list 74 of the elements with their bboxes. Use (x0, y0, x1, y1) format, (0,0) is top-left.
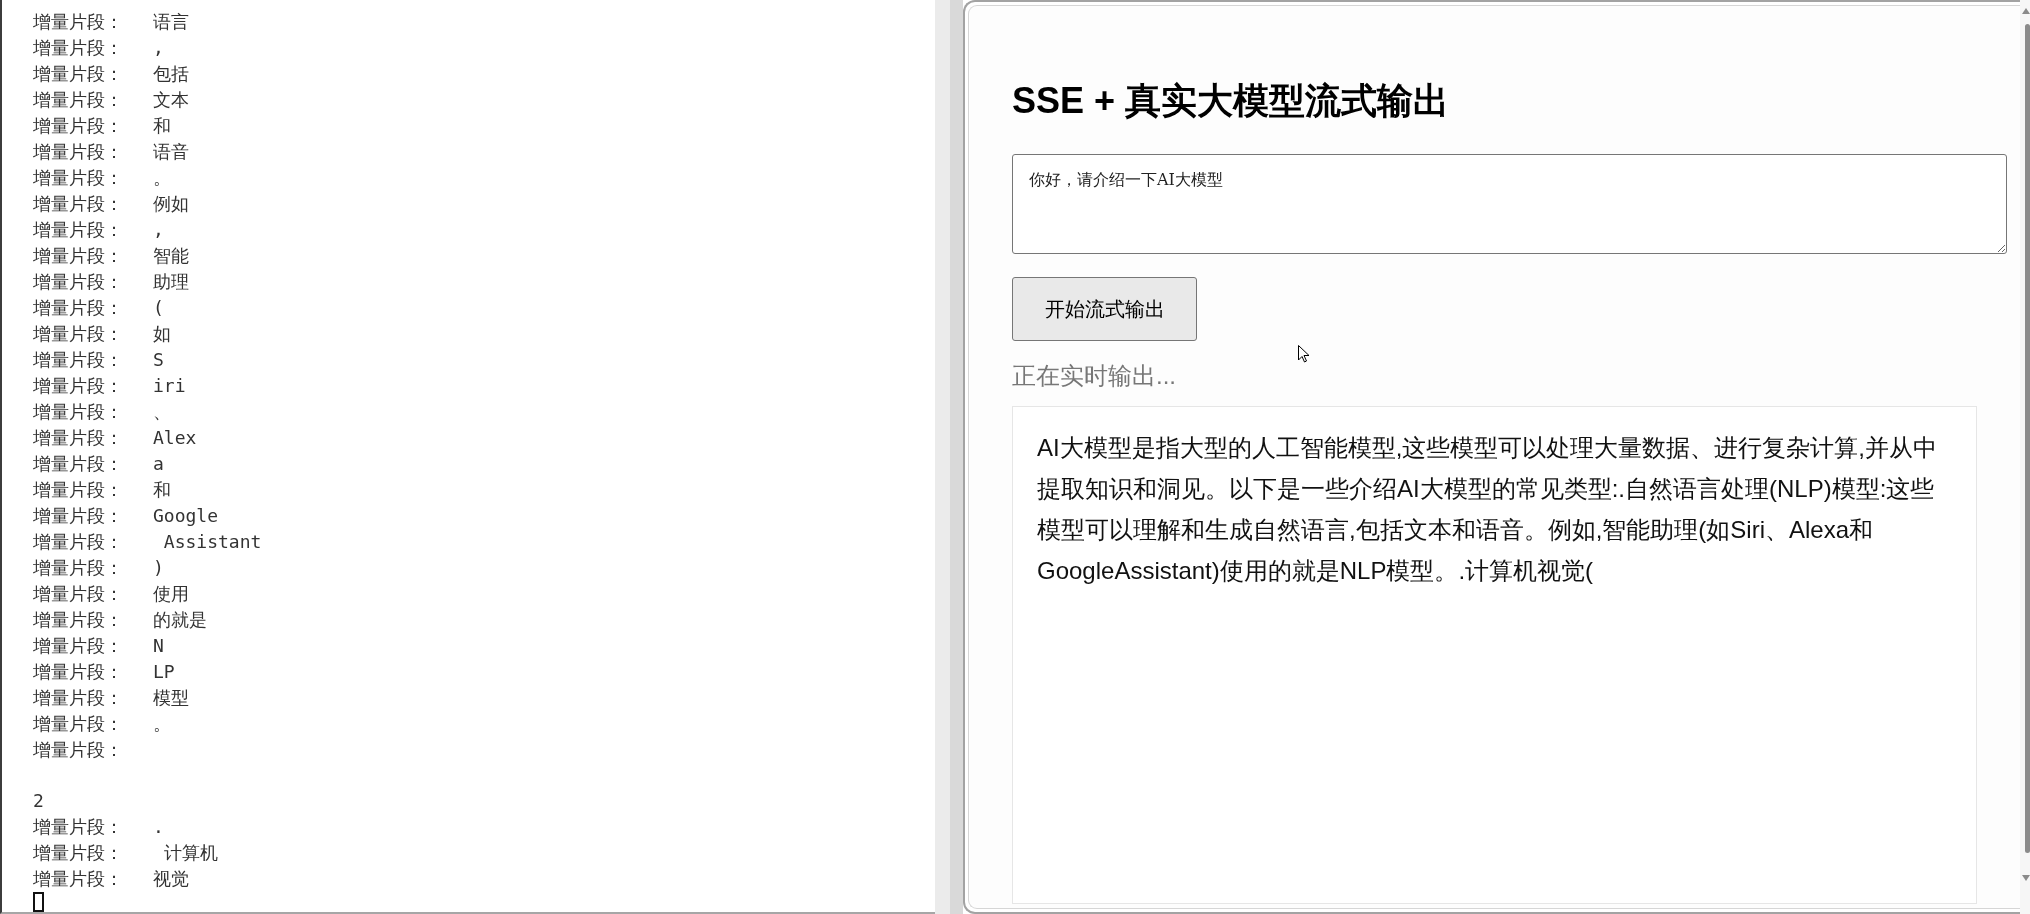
chunk-text: , (153, 36, 164, 60)
chunk-text: a (153, 452, 164, 476)
chunk-label: 增量片段： (33, 89, 123, 110)
chunk-label: 增量片段： (33, 816, 123, 838)
chunk-label: 增量片段： (33, 687, 123, 708)
chunk-label: 增量片段： (33, 63, 123, 84)
chunk-text: , (153, 218, 164, 242)
chunk-label: 增量片段： (33, 401, 123, 422)
chunk-label: 增量片段： (33, 349, 123, 370)
chunk-text: 如 (153, 322, 171, 346)
chunk-text: 和 (153, 478, 171, 502)
chunk-label: 增量片段： (33, 193, 123, 214)
chunk-label: 增量片段： (33, 11, 123, 32)
start-stream-button[interactable]: 开始流式输出 (1012, 277, 1197, 341)
chunk-label: 增量片段： (33, 505, 123, 526)
chunk-text: Google (153, 504, 219, 528)
chunk-label: 增量片段： (33, 271, 123, 292)
chunk-text: N (153, 634, 164, 658)
chunk-label: 增量片段： (33, 583, 123, 604)
chunk-text: ( (153, 296, 164, 320)
chunk-text: Assistant (162, 530, 262, 554)
block-cursor-icon (33, 892, 44, 912)
chunk-text: LP (153, 660, 175, 684)
chunk-text: 例如 (153, 192, 189, 216)
chunk-text: 模型 (153, 686, 189, 710)
chunk-label: 增量片段： (33, 219, 123, 240)
chunk-text: 的就是 (153, 608, 207, 632)
scrollbar-thumb[interactable] (2025, 24, 2030, 853)
prompt-textarea[interactable]: 你好，请介绍一下AI大模型 (1012, 154, 2007, 254)
chunk-label: 增量片段： (33, 635, 123, 656)
status-text: 正在实时输出... (1012, 361, 1176, 391)
chunk-label: 增量片段： (33, 245, 123, 266)
chunk-text: 智能 (153, 244, 189, 268)
chunk-label: 增量片段： (33, 141, 123, 162)
chunk-text: iri (153, 374, 186, 398)
chunk-label: 增量片段： (33, 531, 123, 552)
scroll-up-arrow-icon[interactable] (2022, 8, 2030, 14)
page-title: SSE + 真实大模型流式输出 (1012, 79, 1450, 123)
chunk-label: 增量片段： (33, 557, 123, 578)
chunk-text: 计算机 (162, 841, 218, 866)
chunk-text: 和 (153, 114, 171, 138)
chunk-label: 增量片段： (33, 427, 123, 448)
chunk-label: 增量片段： (33, 323, 123, 344)
terminal-text: 2 (33, 789, 44, 814)
chunk-label: 增量片段： (33, 479, 123, 500)
chunk-label: 增量片段： (33, 661, 123, 682)
mouse-pointer-icon (1298, 345, 1310, 363)
chunk-text: 。 (153, 166, 171, 190)
chunk-label: 增量片段： (33, 713, 123, 734)
chunk-text: 使用 (153, 582, 189, 606)
chunk-text: ) (153, 556, 164, 580)
chunk-text: 助理 (153, 270, 189, 294)
chunk-label: 增量片段： (33, 868, 123, 890)
chunk-label: 增量片段： (33, 842, 123, 864)
scroll-down-arrow-icon[interactable] (2022, 875, 2030, 881)
chunk-text: S (153, 348, 164, 372)
chunk-label: 增量片段： (33, 115, 123, 136)
chunk-label: 增量片段： (33, 739, 123, 760)
chunk-label: 增量片段： (33, 37, 123, 58)
output-text: AI大模型是指大型的人工智能模型,这些模型可以处理大量数据、进行复杂计算,并从中提取知识和洞见。以下是一些介绍AI大模型的常见类型:.自然语言处理(NLP)模型:这些模型可以理解和生成自然语言,包括文本和语音。例如,智能助理(如Siri、Alexa和GoogleAssistant)使用的就是NLP模型。.计算机视觉( (1037, 433, 1938, 586)
chunk-text: 语言 (153, 10, 189, 34)
chunk-label: 增量片段： (33, 297, 123, 318)
chunk-text: 视觉 (153, 867, 189, 892)
chunk-text: 文本 (153, 88, 189, 112)
chunk-text: 、 (153, 400, 171, 424)
chunk-label: 增量片段： (33, 375, 123, 396)
chunk-label: 增量片段： (33, 167, 123, 188)
chunk-label: 增量片段： (33, 453, 123, 474)
chunk-text: . (153, 815, 164, 840)
chunk-text: 包括 (153, 62, 189, 86)
chunk-text: 。 (153, 712, 171, 736)
chunk-text: Alex (153, 426, 197, 450)
chunk-text: 语音 (153, 140, 189, 164)
chunk-label: 增量片段： (33, 609, 123, 630)
